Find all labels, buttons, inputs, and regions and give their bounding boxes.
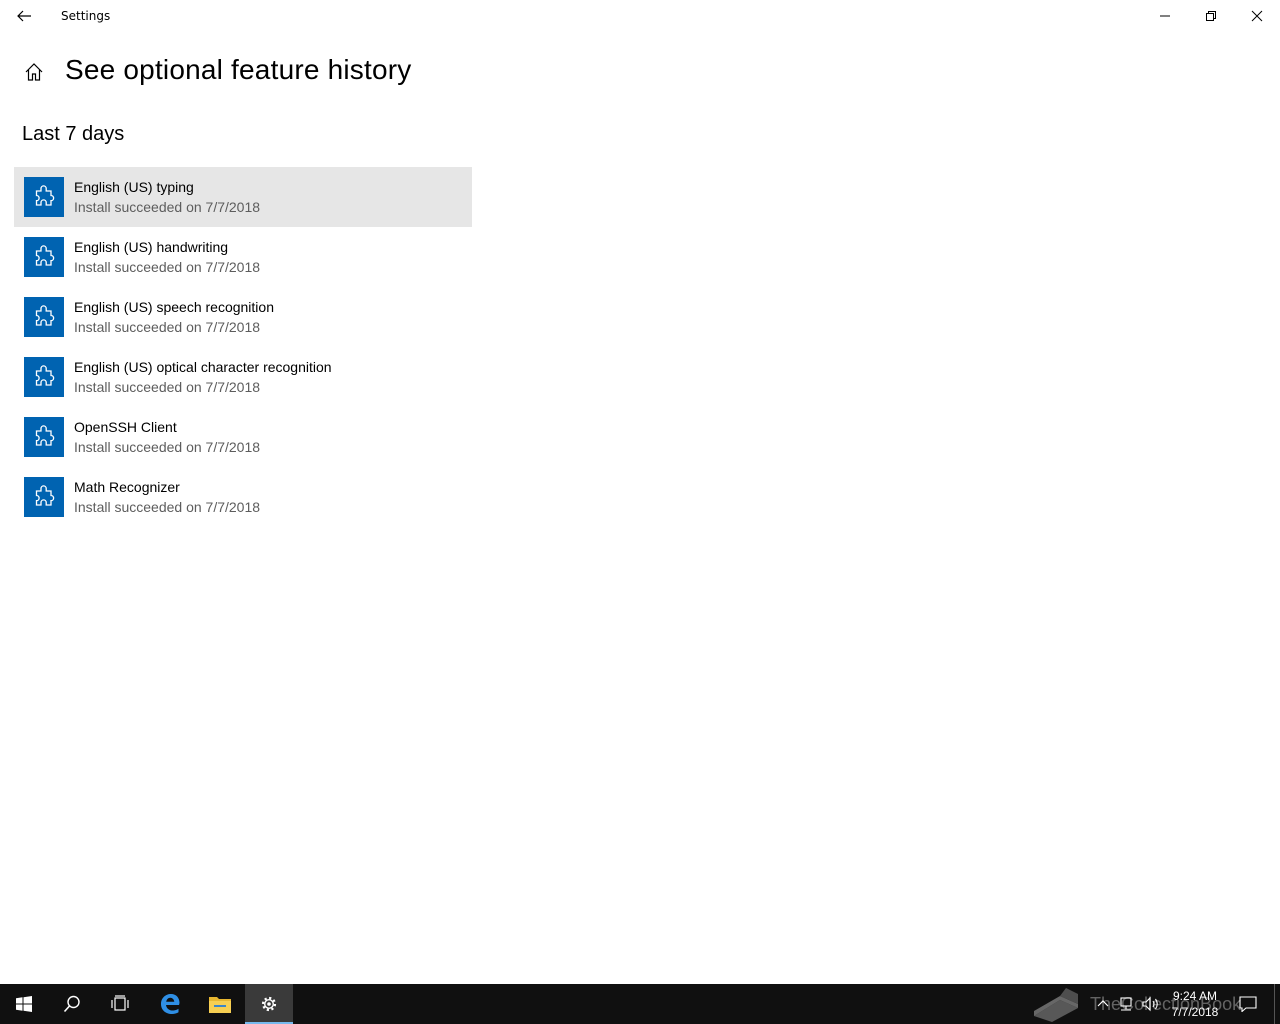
- search-icon: [63, 995, 80, 1013]
- feature-status: Install succeeded on 7/7/2018: [74, 259, 261, 275]
- back-arrow-icon: [17, 10, 31, 22]
- feature-item[interactable]: English (US) handwriting Install succeed…: [14, 227, 472, 287]
- feature-status: Install succeeded on 7/7/2018: [74, 499, 261, 515]
- restore-button[interactable]: [1188, 0, 1234, 32]
- feature-item[interactable]: Math Recognizer Install succeeded on 7/7…: [14, 467, 472, 527]
- feature-history-list: English (US) typing Install succeeded on…: [14, 167, 472, 527]
- action-center-button[interactable]: [1230, 984, 1266, 1024]
- volume-icon: [1142, 996, 1158, 1012]
- file-explorer-button[interactable]: [196, 984, 244, 1024]
- close-button[interactable]: [1234, 0, 1280, 32]
- minimize-button[interactable]: [1142, 0, 1188, 32]
- feature-name: English (US) speech recognition: [74, 299, 274, 315]
- window-controls: [1142, 0, 1280, 32]
- feature-item[interactable]: English (US) typing Install succeeded on…: [14, 167, 472, 227]
- feature-name: English (US) optical character recogniti…: [74, 359, 332, 375]
- page-title: See optional feature history: [65, 54, 412, 85]
- clock-time: 9:24 AM: [1172, 989, 1218, 1003]
- show-desktop-button[interactable]: [1274, 984, 1280, 1024]
- puzzle-piece-icon: [24, 357, 64, 397]
- start-button[interactable]: [0, 984, 48, 1024]
- notification-icon: [1239, 996, 1257, 1012]
- task-view-button[interactable]: [96, 984, 144, 1024]
- gear-icon: [261, 996, 277, 1012]
- puzzle-piece-icon: [24, 177, 64, 217]
- puzzle-piece-icon: [24, 417, 64, 457]
- minimize-icon: [1160, 15, 1170, 17]
- puzzle-piece-icon: [24, 477, 64, 517]
- window-title: Settings: [61, 9, 111, 23]
- network-button[interactable]: [1114, 984, 1138, 1024]
- puzzle-piece-icon: [24, 297, 64, 337]
- tray-overflow-button[interactable]: [1092, 984, 1114, 1024]
- title-bar: Settings: [0, 0, 1280, 32]
- back-button[interactable]: [0, 0, 48, 32]
- chevron-up-icon: [1097, 1000, 1109, 1007]
- restore-icon: [1206, 11, 1216, 21]
- feature-status: Install succeeded on 7/7/2018: [74, 199, 261, 215]
- network-icon: [1120, 997, 1132, 1011]
- clock-date: 7/7/2018: [1171, 1005, 1219, 1019]
- file-explorer-icon: [209, 997, 231, 1013]
- feature-name: Math Recognizer: [74, 479, 180, 495]
- feature-status: Install succeeded on 7/7/2018: [74, 439, 261, 455]
- edge-icon: [161, 994, 180, 1014]
- taskbar-clock[interactable]: 9:24 AM 7/7/2018: [1166, 988, 1224, 1020]
- feature-item[interactable]: OpenSSH Client Install succeeded on 7/7/…: [14, 407, 472, 467]
- home-button[interactable]: [22, 60, 46, 84]
- close-icon: [1251, 10, 1263, 22]
- feature-name: OpenSSH Client: [74, 419, 177, 435]
- task-view-icon: [111, 995, 129, 1011]
- search-button[interactable]: [48, 984, 96, 1024]
- volume-button[interactable]: [1138, 984, 1164, 1024]
- home-icon: [25, 63, 43, 81]
- feature-status: Install succeeded on 7/7/2018: [74, 319, 261, 335]
- puzzle-piece-icon: [24, 237, 64, 277]
- edge-button[interactable]: [146, 984, 194, 1024]
- feature-item[interactable]: English (US) optical character recogniti…: [14, 347, 472, 407]
- settings-window: Settings See optional feature history La…: [0, 0, 1280, 984]
- settings-taskbar-button[interactable]: [245, 984, 293, 1024]
- book-icon: [1034, 988, 1078, 1022]
- section-title: Last 7 days: [22, 123, 125, 145]
- feature-item[interactable]: English (US) speech recognition Install …: [14, 287, 472, 347]
- feature-name: English (US) handwriting: [74, 239, 229, 255]
- windows-start-icon: [16, 996, 32, 1012]
- taskbar: TheCollectionBook 9:24 AM 7/7/2018: [0, 984, 1280, 1024]
- feature-name: English (US) typing: [74, 179, 194, 195]
- feature-status: Install succeeded on 7/7/2018: [74, 379, 261, 395]
